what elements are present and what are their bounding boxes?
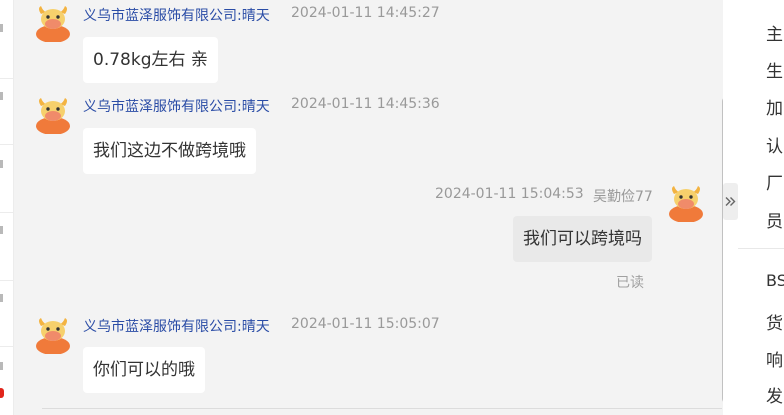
read-status: 已读: [616, 275, 644, 291]
collapse-panel-button[interactable]: [723, 183, 738, 220]
input-divider: [42, 408, 722, 409]
chat-message-area[interactable]: 义乌市蓝泽服饰有限公司:晴天 2024-01-11 14:45:27 0.78k…: [14, 0, 723, 415]
info-label: 主: [766, 25, 783, 45]
divider: [0, 346, 13, 347]
message-bubble[interactable]: 0.78kg左右 亲: [83, 37, 218, 83]
list-item-marker: [0, 362, 3, 370]
divider: [0, 280, 13, 281]
my-name: 吴勤俭77: [593, 189, 653, 205]
bull-mascot-icon[interactable]: [34, 96, 72, 135]
info-label: 厂: [766, 174, 783, 194]
info-label: 生: [766, 62, 783, 82]
bull-mascot-icon[interactable]: [667, 184, 705, 223]
info-label: 货: [766, 314, 783, 334]
message-timestamp: 2024-01-11 14:45:36: [291, 96, 440, 112]
list-item-marker: [0, 92, 3, 100]
scrollbar-thumb[interactable]: [722, 96, 723, 404]
info-label: 员: [766, 212, 783, 232]
bull-mascot-icon[interactable]: [34, 4, 72, 43]
list-item-marker: [0, 294, 3, 302]
double-chevron-right-icon: [725, 197, 736, 206]
sender-name[interactable]: 义乌市蓝泽服饰有限公司:晴天: [83, 5, 270, 25]
shop-info-panel: 主 生 加 认 厂 员 BS 货 响 发: [738, 0, 784, 415]
message-timestamp: 2024-01-11 15:04:53: [435, 186, 584, 202]
divider: [0, 144, 13, 145]
conversation-list-strip: [0, 0, 14, 415]
sender-name[interactable]: 义乌市蓝泽服饰有限公司:晴天: [83, 316, 270, 336]
info-label: 响: [766, 351, 783, 371]
divider: [0, 212, 13, 213]
bull-mascot-icon[interactable]: [34, 316, 72, 355]
info-label: 发: [766, 387, 783, 407]
info-label: 加: [766, 99, 783, 119]
message-bubble-sent[interactable]: 我们可以跨境吗: [513, 216, 652, 262]
info-label: BS: [766, 271, 784, 290]
message-timestamp: 2024-01-11 14:45:27: [291, 5, 440, 21]
message-timestamp: 2024-01-11 15:05:07: [291, 316, 440, 332]
divider: [0, 78, 13, 79]
info-label: 认: [766, 137, 783, 157]
message-bubble[interactable]: 我们这边不做跨境哦: [83, 128, 256, 174]
list-item-marker: [0, 160, 3, 168]
message-bubble[interactable]: 你们可以的哦: [83, 347, 205, 393]
unread-badge: [0, 388, 4, 398]
sender-name[interactable]: 义乌市蓝泽服饰有限公司:晴天: [83, 96, 270, 116]
list-item-marker: [0, 226, 3, 234]
list-item-marker: [0, 24, 3, 32]
divider: [738, 248, 784, 249]
